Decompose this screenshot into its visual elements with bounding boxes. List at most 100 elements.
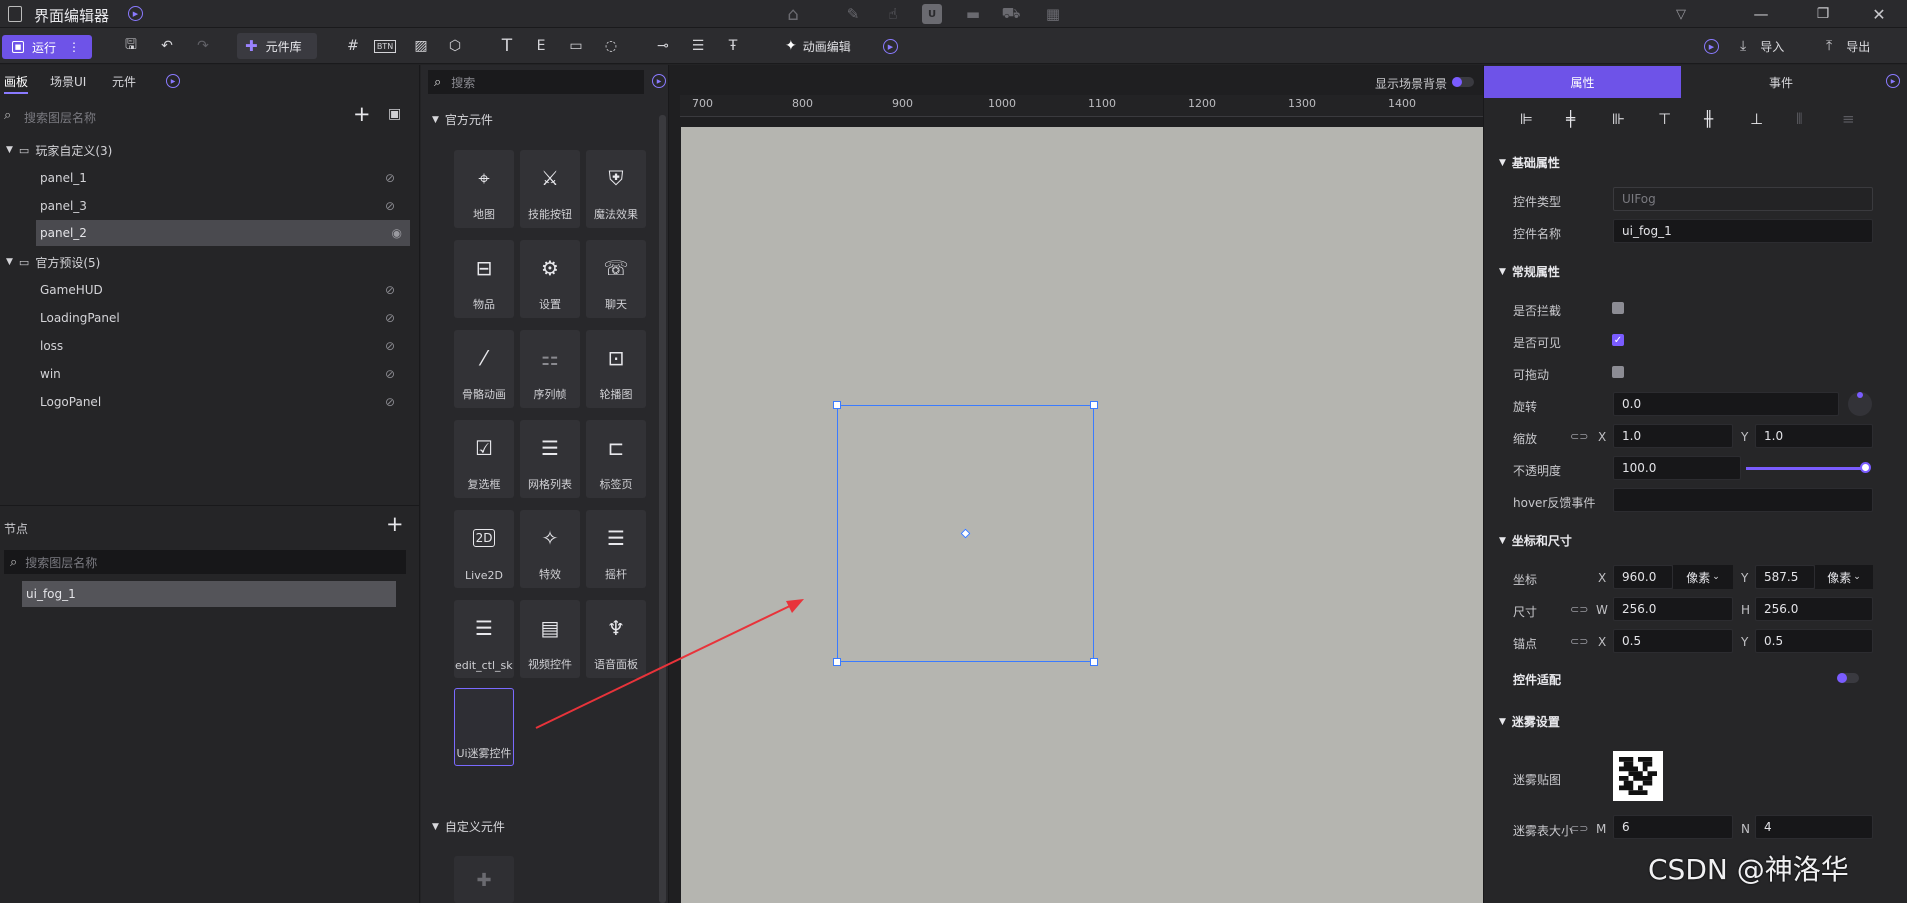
- events-play-icon[interactable]: ▶: [1886, 74, 1900, 88]
- richtext-icon[interactable]: E: [528, 34, 554, 58]
- resize-handle[interactable]: [1090, 658, 1098, 666]
- eye-hidden-icon[interactable]: ⊘: [382, 367, 398, 381]
- tab-events[interactable]: 事件: [1681, 66, 1881, 98]
- link-icon[interactable]: ⊂⊃: [1570, 635, 1588, 648]
- name-field[interactable]: ui_fog_1: [1613, 219, 1873, 243]
- fog-n-field[interactable]: 4: [1755, 815, 1873, 839]
- group-row[interactable]: ▼ ▭ 玩家自定义(3): [0, 138, 420, 162]
- export-button[interactable]: ⤒ 导出: [1826, 34, 1870, 58]
- tab-properties[interactable]: 属性: [1484, 66, 1681, 98]
- panel-play-icon[interactable]: ▶: [166, 74, 180, 88]
- lib-item-map[interactable]: ⌖ 地图: [454, 150, 514, 228]
- visible-checkbox[interactable]: ✓: [1612, 334, 1624, 346]
- lib-item-skill-button[interactable]: ⚔ 技能按钮: [520, 150, 580, 228]
- tab-widgets[interactable]: 元件: [112, 73, 136, 90]
- common-props-header[interactable]: ▼ 常规属性: [1499, 263, 1560, 280]
- anchor-y-field[interactable]: 0.5: [1755, 629, 1873, 653]
- ui-icon[interactable]: U: [922, 4, 942, 24]
- opacity-field[interactable]: 100.0: [1613, 456, 1741, 480]
- fog-settings-header[interactable]: ▼ 迷雾设置: [1499, 713, 1560, 730]
- image-icon[interactable]: ▨: [408, 34, 434, 58]
- eye-hidden-icon[interactable]: ⊘: [382, 171, 398, 185]
- align-left-icon[interactable]: ⊫: [1520, 110, 1533, 128]
- hover-field[interactable]: [1613, 488, 1873, 512]
- lib-item-chat[interactable]: ☏ 聊天: [586, 240, 646, 318]
- add-folder-icon[interactable]: ▣: [388, 106, 401, 122]
- node-row-selected[interactable]: ui_fog_1: [22, 581, 396, 607]
- library-search-input[interactable]: ⌕ 搜索: [428, 70, 644, 94]
- link-icon[interactable]: ⊂⊃: [1570, 822, 1588, 835]
- pen-icon[interactable]: ✎: [842, 3, 864, 25]
- pos-x-unit-select[interactable]: 像素 ⌄: [1673, 565, 1733, 589]
- lib-item-sequence[interactable]: ⚏ 序列帧: [520, 330, 580, 408]
- custom-section-header[interactable]: ▼ 自定义元件: [432, 818, 505, 835]
- library-button[interactable]: ✚ 元件库: [237, 33, 317, 59]
- anchor-x-field[interactable]: 0.5: [1613, 629, 1733, 653]
- opacity-slider-handle[interactable]: [1860, 462, 1871, 473]
- lib-item-live2d[interactable]: 2D Live2D: [454, 510, 514, 588]
- opacity-slider-track[interactable]: [1746, 467, 1866, 470]
- lib-item-edit-ctl-skill[interactable]: ☰ edit_ctl_ski: [454, 600, 514, 678]
- lib-item-tab-page[interactable]: ⊏ 标签页: [586, 420, 646, 498]
- layer-row[interactable]: LoadingPanel ⊘: [0, 306, 420, 330]
- layer-row[interactable]: win ⊘: [0, 362, 420, 386]
- coord-size-header[interactable]: ▼ 坐标和尺寸: [1499, 532, 1572, 549]
- add-node-icon[interactable]: +: [386, 512, 404, 536]
- run-button[interactable]: ■ 运行 ⋮: [2, 35, 92, 59]
- intercept-checkbox[interactable]: [1612, 302, 1624, 314]
- import-button[interactable]: ⤓ 导入: [1740, 34, 1784, 58]
- list-icon[interactable]: ☰: [685, 34, 711, 58]
- library-scrollbar[interactable]: [659, 115, 666, 903]
- library-play-icon[interactable]: ▶: [652, 74, 666, 88]
- align-hcenter-icon[interactable]: ╪: [1566, 110, 1575, 128]
- slider-icon[interactable]: ⊸: [650, 34, 676, 58]
- draggable-checkbox[interactable]: [1612, 366, 1624, 378]
- rotate-knob[interactable]: [1848, 392, 1872, 416]
- redo-icon[interactable]: ↷: [190, 34, 216, 58]
- eye-hidden-icon[interactable]: ⊘: [382, 199, 398, 213]
- restore-icon[interactable]: ❐: [1812, 3, 1834, 25]
- scale-y-field[interactable]: 1.0: [1755, 424, 1873, 448]
- input-icon[interactable]: ▭: [563, 34, 589, 58]
- pos-y-unit-select[interactable]: 像素 ⌄: [1815, 565, 1873, 589]
- progress-icon[interactable]: ◌: [598, 34, 624, 58]
- pin-icon[interactable]: ▽: [1670, 3, 1692, 25]
- btn-widget-icon[interactable]: BTN: [372, 34, 398, 58]
- rotate-field[interactable]: 0.0: [1613, 392, 1839, 416]
- distribute-h-icon[interactable]: ⦀: [1796, 110, 1803, 128]
- basic-props-header[interactable]: ▼ 基础属性: [1499, 154, 1560, 171]
- layer-row-selected[interactable]: panel_2 ◉: [36, 220, 410, 246]
- resize-handle[interactable]: [833, 658, 841, 666]
- align-top-icon[interactable]: ⊤: [1658, 110, 1671, 128]
- official-section-header[interactable]: ▼ 官方元件: [432, 111, 493, 128]
- eye-hidden-icon[interactable]: ⊘: [382, 283, 398, 297]
- group-row[interactable]: ▼ ▭ 官方预设(5): [0, 250, 420, 274]
- distribute-v-icon[interactable]: ≡: [1842, 110, 1855, 128]
- layer-search-input[interactable]: 搜索图层名称: [24, 109, 96, 126]
- textsize-icon[interactable]: Ŧ: [720, 34, 746, 58]
- pos-y-field[interactable]: 587.5: [1755, 565, 1815, 589]
- eye-hidden-icon[interactable]: ⊘: [382, 311, 398, 325]
- folder-icon[interactable]: ▬: [962, 3, 984, 25]
- size-h-field[interactable]: 256.0: [1755, 597, 1873, 621]
- cube-icon[interactable]: ⬡: [442, 34, 468, 58]
- lib-item-joystick[interactable]: ☰ 摇杆: [586, 510, 646, 588]
- lib-item-ui-fog[interactable]: Ui迷雾控件: [454, 688, 514, 766]
- custom-widget-placeholder[interactable]: ✚: [454, 856, 514, 903]
- resize-handle[interactable]: [1090, 401, 1098, 409]
- lib-item-effect[interactable]: ✧ 特效: [520, 510, 580, 588]
- hand-icon[interactable]: ☝: [882, 3, 904, 25]
- layer-row[interactable]: GameHUD ⊘: [0, 278, 420, 302]
- run-menu-icon[interactable]: ⋮: [68, 40, 80, 54]
- grid-icon[interactable]: ▦: [1042, 3, 1064, 25]
- lib-item-magic-effect[interactable]: ⛨ 魔法效果: [586, 150, 646, 228]
- lib-item-settings[interactable]: ⚙ 设置: [520, 240, 580, 318]
- frame-icon[interactable]: #: [340, 34, 366, 58]
- tab-canvas[interactable]: 画板: [4, 73, 29, 94]
- lib-item-checkbox[interactable]: ☑ 复选框: [454, 420, 514, 498]
- lib-item-item[interactable]: ⊟ 物品: [454, 240, 514, 318]
- resize-handle[interactable]: [833, 401, 841, 409]
- fog-texture-thumbnail[interactable]: [1613, 751, 1663, 801]
- align-right-icon[interactable]: ⊪: [1612, 110, 1625, 128]
- eye-hidden-icon[interactable]: ⊘: [382, 395, 398, 409]
